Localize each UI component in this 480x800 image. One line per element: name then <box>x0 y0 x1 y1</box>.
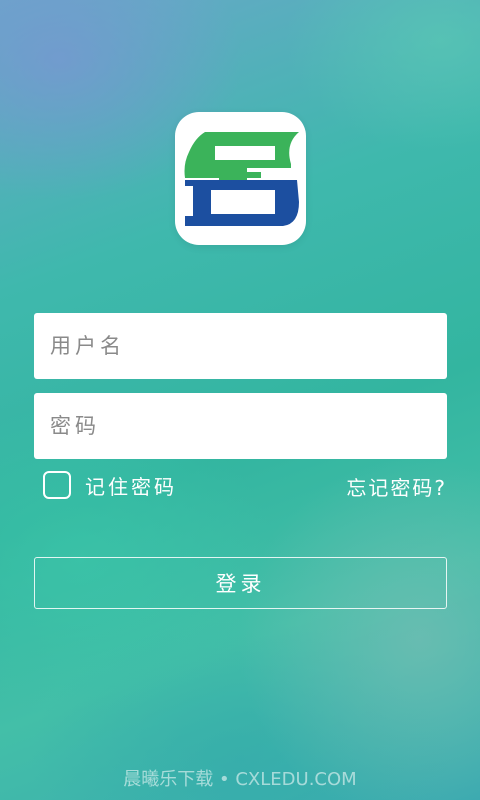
login-button[interactable]: 登录 <box>34 557 447 609</box>
remember-label: 记住密码 <box>85 474 177 499</box>
logo-blue-shape <box>185 180 299 226</box>
app-logo <box>175 112 306 245</box>
username-input[interactable] <box>34 313 447 379</box>
password-input[interactable] <box>34 393 447 459</box>
watermark-text: 晨曦乐下载 • CXLEDU.COM <box>123 769 357 790</box>
forgot-password-link[interactable]: 忘记密码? <box>346 472 447 501</box>
app-logo-icon <box>184 132 299 226</box>
remember-password-toggle[interactable]: 记住密码 <box>43 470 177 500</box>
remember-checkbox[interactable] <box>43 471 71 499</box>
